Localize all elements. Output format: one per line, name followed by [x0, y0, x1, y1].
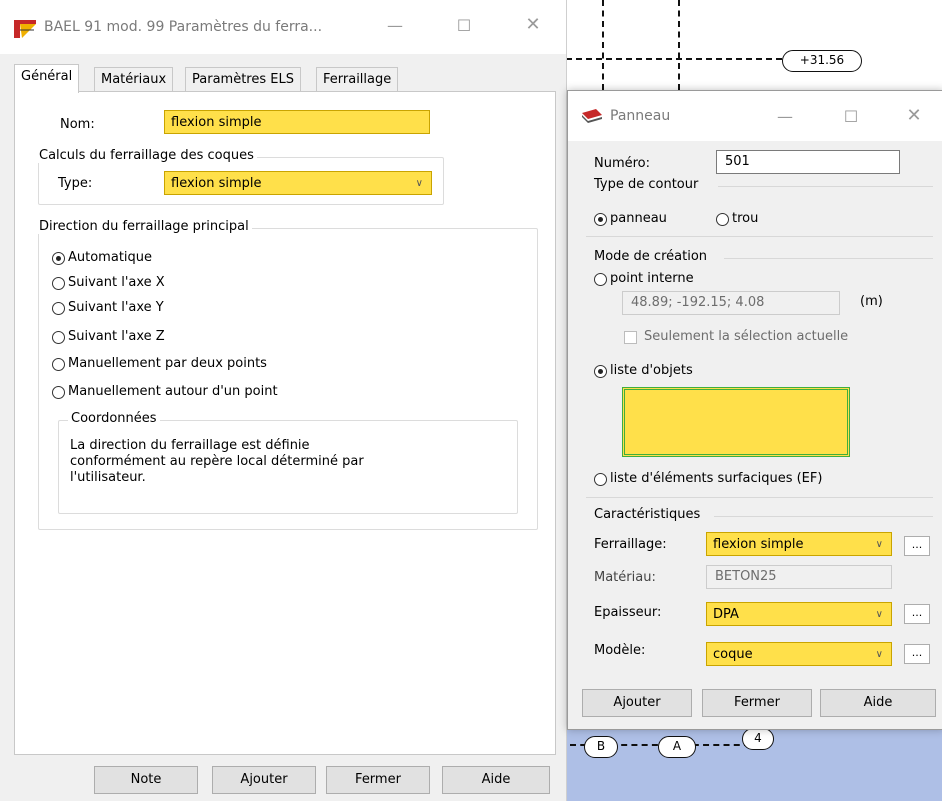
minimize-button[interactable]: —: [372, 16, 418, 35]
epaisseur-label: Epaisseur:: [594, 605, 662, 620]
type-select-value: flexion simple: [171, 176, 262, 191]
coords-group-legend: Coordonnées: [68, 411, 160, 426]
materiau-input: BETON25: [706, 565, 892, 589]
aide-button[interactable]: Aide: [442, 766, 550, 794]
radio-liste-elements-label[interactable]: liste d'éléments surfaciques (EF): [610, 471, 822, 486]
radio-panneau[interactable]: [594, 213, 607, 226]
close-button[interactable]: ✕: [510, 14, 556, 35]
grid-line: [602, 0, 604, 90]
numero-label: Numéro:: [594, 156, 651, 171]
ajouter-button[interactable]: Ajouter: [212, 766, 316, 794]
radio-point-interne[interactable]: [594, 273, 607, 286]
caract-legend: Caractéristiques: [594, 507, 701, 522]
panneau-icon: [582, 109, 602, 123]
divider: [718, 186, 933, 187]
epaisseur-select[interactable]: DPA ∨: [706, 602, 892, 626]
panneau-minimize-button[interactable]: —: [762, 107, 808, 126]
name-label: Nom:: [60, 117, 95, 132]
panneau-title-bar[interactable]: Panneau — ☐ ✕: [568, 91, 942, 141]
divider: [586, 236, 933, 237]
mode-legend: Mode de création: [594, 249, 708, 264]
divider: [714, 516, 933, 517]
epaisseur-more-button[interactable]: ...: [904, 604, 930, 624]
level-marker: +31.56: [782, 50, 862, 72]
ferraillage-select[interactable]: flexion simple ∨: [706, 532, 892, 556]
coords-text-line2: conformément au repère local déterminé p…: [70, 454, 364, 469]
numero-input[interactable]: 501: [716, 150, 900, 174]
chevron-down-icon: ∨: [875, 539, 883, 550]
radio-axe-y-label[interactable]: Suivant l'axe Y: [68, 300, 164, 315]
objects-list-input[interactable]: [622, 387, 850, 457]
radio-panneau-label[interactable]: panneau: [610, 211, 667, 226]
panneau-fermer-button[interactable]: Fermer: [702, 689, 812, 717]
radio-axe-x[interactable]: [52, 277, 65, 290]
modele-more-button[interactable]: ...: [904, 644, 930, 664]
ferraillage-select-value: flexion simple: [713, 537, 804, 552]
fermer-button[interactable]: Fermer: [326, 766, 430, 794]
calc-group-legend: Calculs du ferraillage des coques: [36, 148, 257, 163]
divider: [586, 497, 933, 498]
note-button[interactable]: Note: [94, 766, 198, 794]
maximize-button[interactable]: ☐: [441, 16, 487, 35]
radio-axe-z-label[interactable]: Suivant l'axe Z: [68, 329, 165, 344]
grid-line: [678, 0, 680, 90]
window-title: BAEL 91 mod. 99 Paramètres du ferra...: [44, 19, 323, 35]
seulement-checkbox[interactable]: [624, 331, 637, 344]
radio-axe-z[interactable]: [52, 331, 65, 344]
tab-materiaux[interactable]: Matériaux: [94, 67, 174, 92]
modele-select[interactable]: coque ∨: [706, 642, 892, 666]
panneau-ajouter-button[interactable]: Ajouter: [582, 689, 692, 717]
axis-bubble-4: 4: [742, 728, 774, 750]
panneau-title: Panneau: [610, 108, 671, 124]
radio-liste-objets-label[interactable]: liste d'objets: [610, 363, 693, 378]
point-coords-input[interactable]: 48.89; -192.15; 4.08: [622, 291, 840, 315]
tab-ferraillage[interactable]: Ferraillage: [316, 67, 399, 92]
grid-line: [566, 58, 782, 60]
ferraillage-more-button[interactable]: ...: [904, 536, 930, 556]
modele-label: Modèle:: [594, 643, 646, 658]
radio-axe-x-label[interactable]: Suivant l'axe X: [68, 275, 165, 290]
radio-trou[interactable]: [716, 213, 729, 226]
tab-general[interactable]: Général: [14, 64, 80, 93]
panneau-dialog: Panneau — ☐ ✕ Numéro: 501 Type de contou…: [567, 90, 942, 730]
radio-automatique[interactable]: [52, 252, 65, 265]
ferraillage-label: Ferraillage:: [594, 537, 667, 552]
unit-label: (m): [860, 294, 883, 309]
panneau-maximize-button[interactable]: ☐: [828, 107, 874, 126]
radio-trou-label[interactable]: trou: [732, 211, 758, 226]
epaisseur-select-value: DPA: [713, 607, 739, 622]
radio-deux-points-label[interactable]: Manuellement par deux points: [68, 356, 267, 371]
seulement-label[interactable]: Seulement la sélection actuelle: [644, 329, 848, 344]
panneau-aide-button[interactable]: Aide: [820, 689, 936, 717]
chevron-down-icon: ∨: [415, 178, 423, 189]
direction-group-legend: Direction du ferraillage principal: [36, 219, 252, 234]
chevron-down-icon: ∨: [875, 609, 883, 620]
panneau-close-button[interactable]: ✕: [891, 105, 937, 126]
divider: [724, 258, 933, 259]
type-label: Type:: [58, 176, 93, 191]
materiau-label: Matériau:: [594, 570, 656, 585]
radio-axe-y[interactable]: [52, 302, 65, 315]
type-select[interactable]: flexion simple ∨: [164, 171, 432, 195]
tab-parametres-els[interactable]: Paramètres ELS: [185, 67, 301, 92]
coords-text-line3: l'utilisateur.: [70, 470, 146, 485]
radio-autour-point-label[interactable]: Manuellement autour d'un point: [68, 384, 278, 399]
app-icon: [14, 20, 36, 38]
radio-liste-objets[interactable]: [594, 365, 607, 378]
radio-point-interne-label[interactable]: point interne: [610, 271, 694, 286]
coords-text-line1: La direction du ferraillage est définie: [70, 438, 310, 453]
axis-bubble-b: B: [584, 736, 618, 758]
title-bar[interactable]: BAEL 91 mod. 99 Paramètres du ferra... —…: [0, 0, 566, 54]
name-input[interactable]: flexion simple: [164, 110, 430, 134]
chevron-down-icon: ∨: [875, 649, 883, 660]
modele-select-value: coque: [713, 647, 753, 662]
bael-parameters-dialog: BAEL 91 mod. 99 Paramètres du ferra... —…: [0, 0, 567, 801]
radio-deux-points[interactable]: [52, 358, 65, 371]
radio-automatique-label[interactable]: Automatique: [68, 250, 152, 265]
axis-bubble-a: A: [658, 736, 696, 758]
radio-autour-point[interactable]: [52, 386, 65, 399]
radio-liste-elements[interactable]: [594, 473, 607, 486]
contour-legend: Type de contour: [594, 177, 699, 192]
